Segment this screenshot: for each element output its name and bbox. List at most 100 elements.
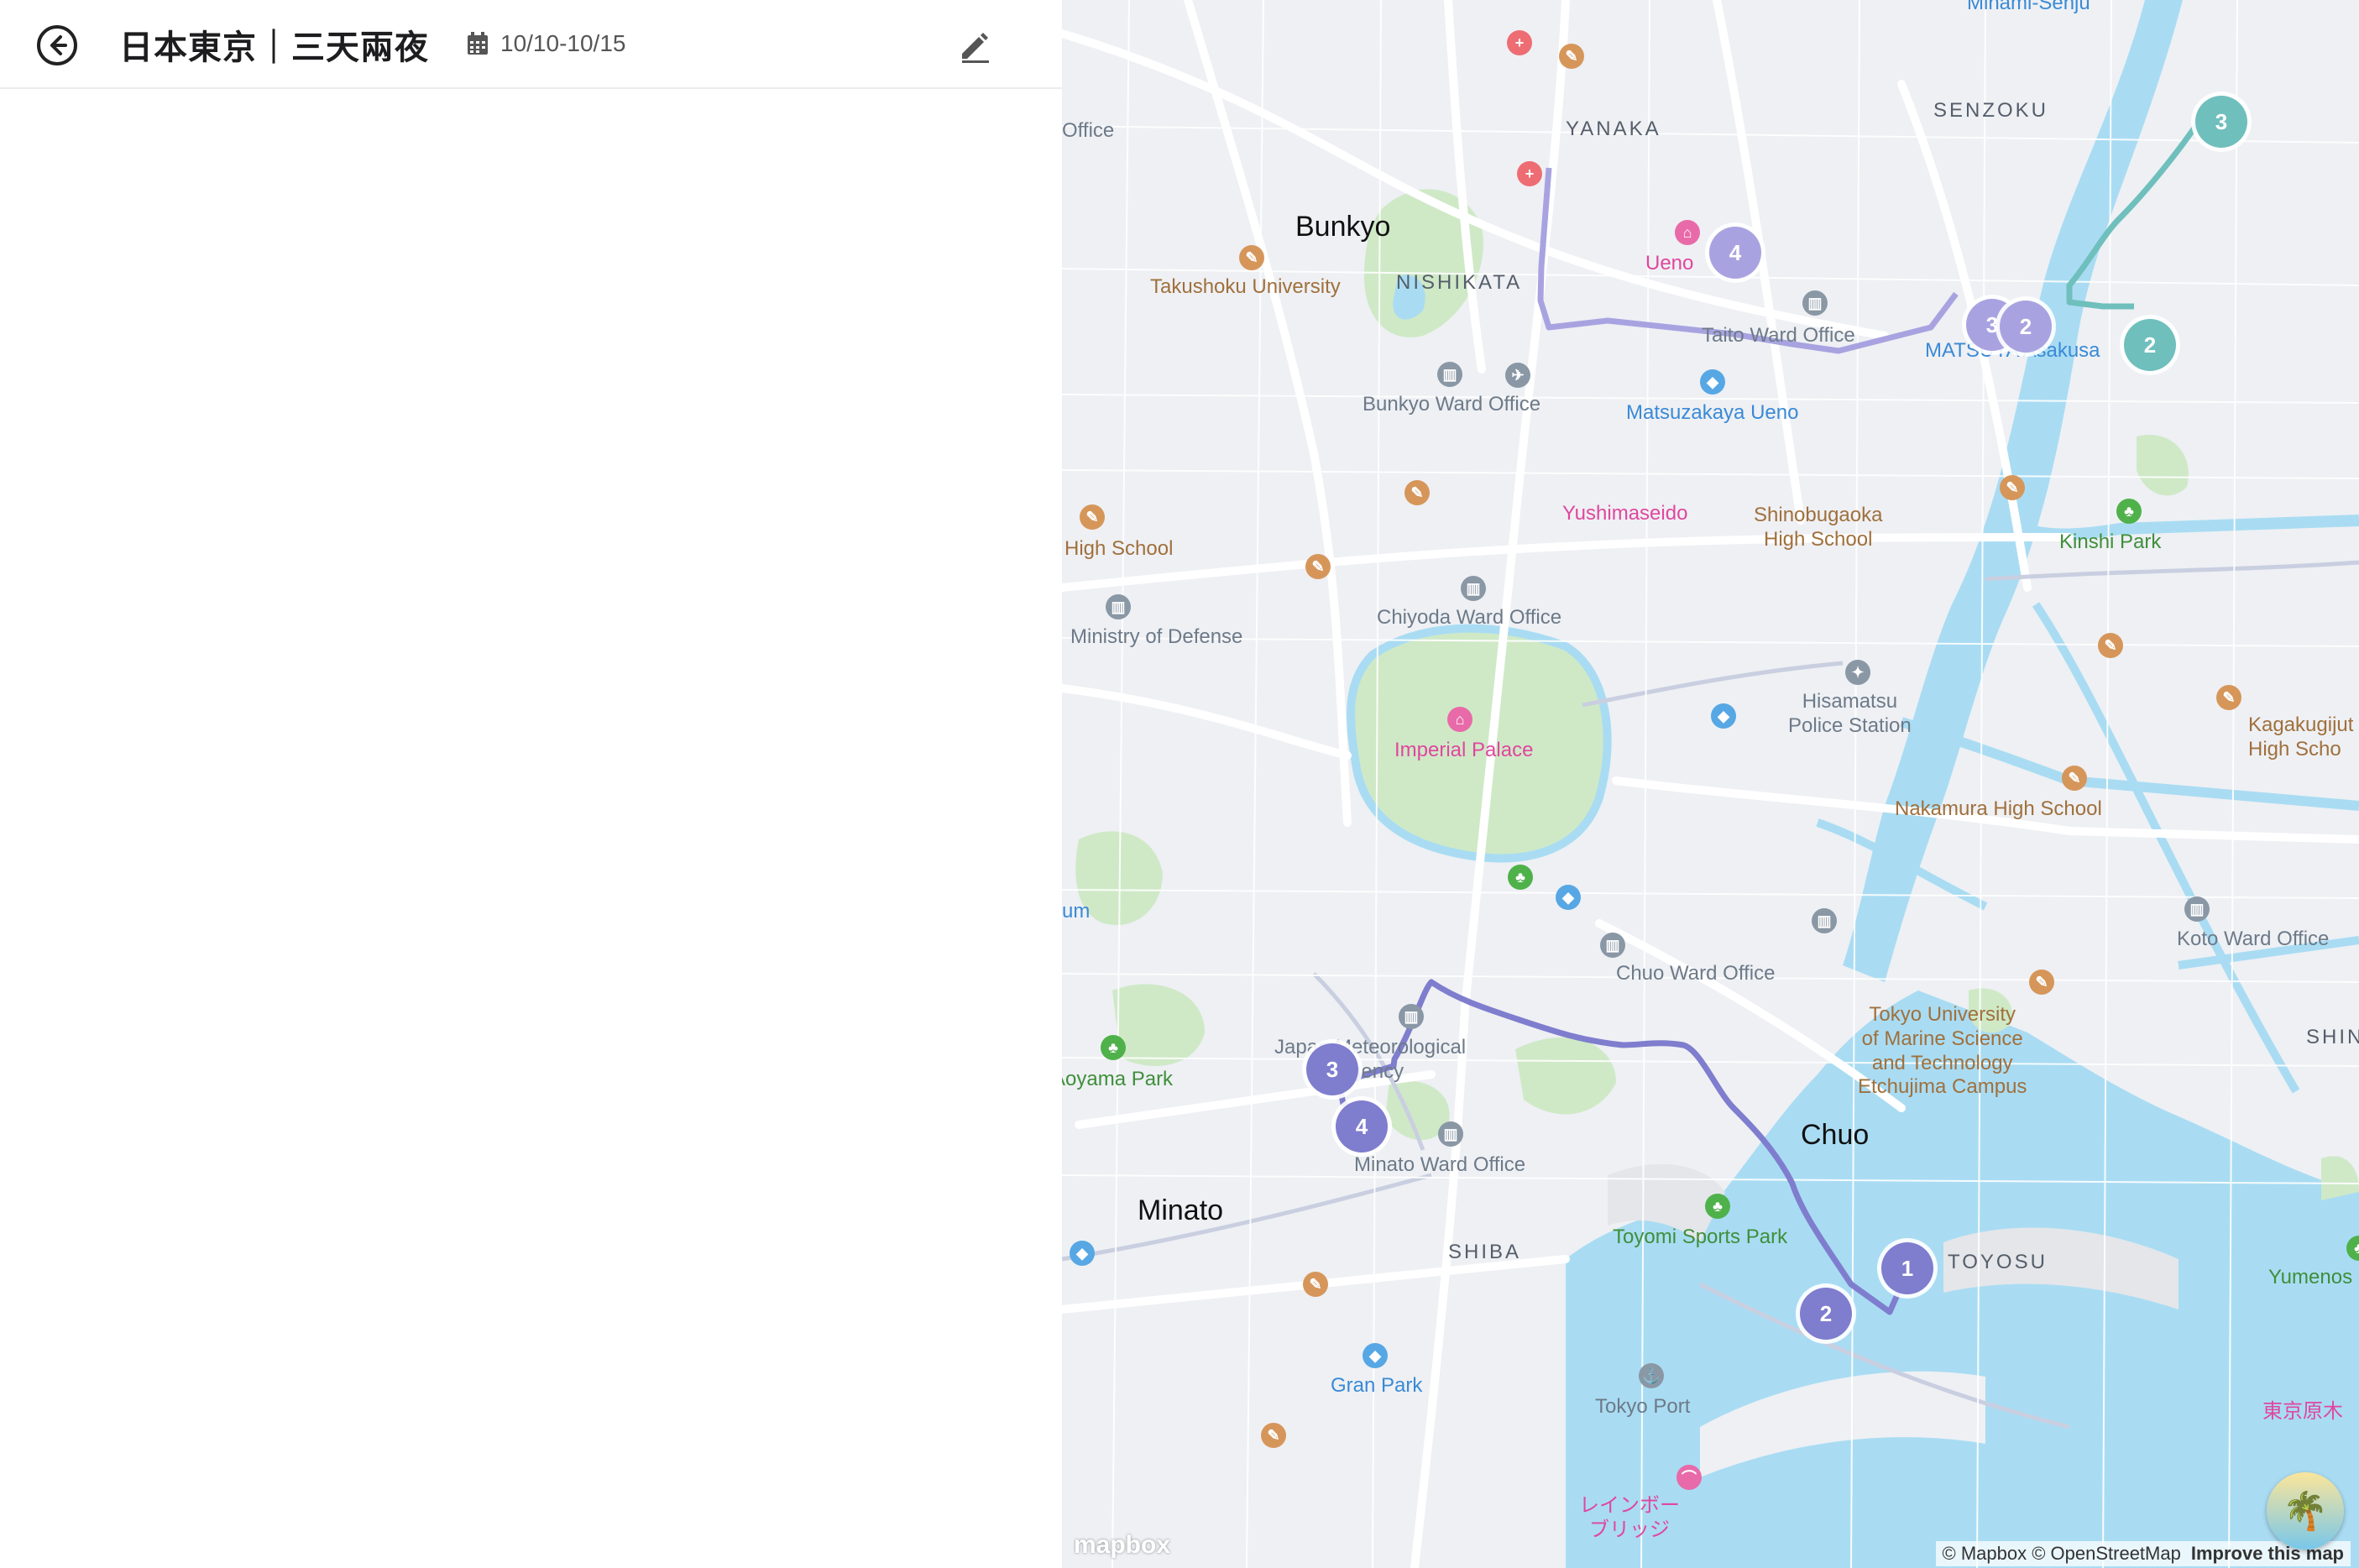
place-rainbow-bridge: レインボー ブリッジ xyxy=(1579,1494,1680,1541)
attraction-icon: ⌒ xyxy=(1676,1465,1702,1490)
district-nishikata: NISHIKATA xyxy=(1396,271,1523,294)
place-aoyama-park: Aoyama Park xyxy=(1062,1068,1174,1090)
government-icon: ▥ xyxy=(2184,896,2210,922)
government-icon: ▥ xyxy=(1802,290,1828,316)
school-icon: ✎ xyxy=(2029,970,2054,995)
place-chuo-ward-office: Chuo Ward Office xyxy=(1616,962,1776,985)
place-chiyoda-ward-office: Chiyoda Ward Office xyxy=(1377,606,1562,629)
route-stop-3[interactable]: 3 xyxy=(2195,96,2247,148)
place-icon: ✈ xyxy=(1505,363,1530,388)
place-tokyo-kiba: 東京原木 xyxy=(2262,1400,2343,1423)
place-hisamatsu-police: Hisamatsu Police Station xyxy=(1788,690,1912,737)
park-icon: ♣ xyxy=(1705,1194,1730,1219)
place-ministry-of-defense: Ministry of Defense xyxy=(1070,625,1243,648)
place-imperial-palace: Imperial Palace xyxy=(1394,739,1534,761)
school-icon: ✎ xyxy=(2216,685,2241,710)
place-minato-ward-office: Minato Ward Office xyxy=(1354,1153,1526,1176)
place-bunkyo-ward-office: Bunkyo Ward Office xyxy=(1363,393,1541,416)
header-bar: 日本東京｜三天兩夜 10/10-10/15 xyxy=(0,0,1062,89)
route-stop-3[interactable]: 3 xyxy=(1306,1043,1358,1095)
place-taito-ward-office: Taito Ward Office xyxy=(1702,324,1855,347)
trip-dates: 10/10-10/15 xyxy=(467,30,625,57)
school-icon: ✎ xyxy=(2098,633,2123,658)
route-stop-1[interactable]: 1 xyxy=(1881,1242,1933,1294)
place-tokyo-port: Tokyo Port xyxy=(1595,1395,1691,1418)
place-toyomi-sports-park: Toyomi Sports Park xyxy=(1613,1226,1788,1248)
place-museum: um xyxy=(1062,900,1091,923)
pencil-edit-icon xyxy=(962,33,989,63)
shopping-icon: ◆ xyxy=(1363,1343,1388,1368)
place-takushoku-university: Takushoku University xyxy=(1150,275,1341,298)
place-matsuzakaya-ueno: Matsuzakaya Ueno xyxy=(1626,401,1799,424)
route-stop-2[interactable]: 2 xyxy=(1800,1288,1852,1340)
government-icon: ▥ xyxy=(1438,1121,1463,1147)
place-kagakugijutsu: Kagakugijut High Scho xyxy=(2248,713,2354,760)
attraction-icon: ⌂ xyxy=(1447,707,1472,732)
attribution-text: © Mapbox © OpenStreetMap xyxy=(1942,1543,2181,1564)
mapbox-logo: mapbox xyxy=(1074,1531,1171,1559)
place-shinobugaoka: Shinobugaoka High School xyxy=(1754,504,1883,551)
district-shin: SHIN xyxy=(2306,1026,2359,1048)
government-icon: ▥ xyxy=(1399,1004,1424,1029)
route-stop-2[interactable]: 2 xyxy=(2000,301,2052,353)
place-yumenoshima: Yumenos xyxy=(2268,1266,2353,1288)
route-stop-4[interactable]: 4 xyxy=(1709,227,1761,279)
district-bunkyo: Bunkyo xyxy=(1295,211,1391,243)
place-kinshi-park: Kinshi Park xyxy=(2059,531,2162,553)
district-minato: Minato xyxy=(1138,1194,1224,1226)
district-shiba: SHIBA xyxy=(1448,1241,1522,1263)
school-icon: ✎ xyxy=(1080,504,1105,530)
police-icon: ✦ xyxy=(1845,660,1870,685)
place-yushimaseido: Yushimaseido xyxy=(1562,502,1688,525)
place-jma: Japan Meteorological Agency xyxy=(1274,1036,1467,1083)
port-icon: ⚓ xyxy=(1639,1363,1664,1388)
place-gran-park: Gran Park xyxy=(1331,1374,1423,1397)
government-icon: ▥ xyxy=(1600,933,1625,958)
edit-trip-button[interactable] xyxy=(957,27,994,64)
trip-title: 日本東京｜三天兩夜 xyxy=(119,29,429,66)
shopping-icon: ◆ xyxy=(1556,885,1581,910)
school-icon: ✎ xyxy=(2062,766,2087,791)
map-view[interactable]: Bunkyo Chuo Minato YANAKA SENZOKU NISHIK… xyxy=(1062,0,2359,1568)
itinerary-panel: 日本東京｜三天兩夜 10/10-10/15 xyxy=(0,0,1062,1568)
island-avatar-button[interactable]: 🌴 xyxy=(2267,1472,2344,1550)
school-icon: ✎ xyxy=(1305,554,1331,579)
back-button[interactable] xyxy=(35,24,79,67)
back-arrow-icon xyxy=(37,25,77,65)
school-icon: ✎ xyxy=(2000,475,2025,500)
district-chuo: Chuo xyxy=(1801,1119,1870,1151)
shopping-icon: ◆ xyxy=(1711,703,1736,729)
park-icon: ♣ xyxy=(1508,865,1533,890)
place-ueno: Ueno xyxy=(1645,252,1694,274)
palm-tree-icon: 🌴 xyxy=(2282,1491,2329,1532)
park-icon: ♣ xyxy=(1101,1035,1126,1060)
shopping-icon: ◆ xyxy=(1070,1241,1095,1266)
place-tokyo-univ-marine: Tokyo University of Marine Science and T… xyxy=(1858,1003,2027,1099)
place-high-school: High School xyxy=(1064,537,1174,560)
date-range-text: 10/10-10/15 xyxy=(500,30,626,56)
place-koto-ward-office: Koto Ward Office xyxy=(2177,928,2330,950)
place-nakamura-high-school: Nakamura High School xyxy=(1895,797,2102,820)
map-base-layer xyxy=(1062,0,2359,1568)
route-stop-4[interactable]: 4 xyxy=(1336,1100,1388,1152)
place-office: Office xyxy=(1062,119,1115,142)
government-icon: ▥ xyxy=(1461,576,1486,601)
school-icon: ✎ xyxy=(1239,245,1264,270)
hospital-icon: + xyxy=(1517,161,1542,186)
school-icon: ✎ xyxy=(1303,1272,1328,1297)
school-icon: ✎ xyxy=(1404,480,1430,505)
district-senzoku: SENZOKU xyxy=(1933,99,2049,122)
district-yanaka: YANAKA xyxy=(1566,118,1661,140)
school-icon: ✎ xyxy=(1559,44,1584,69)
government-icon: ▥ xyxy=(1812,908,1837,933)
route-stop-2[interactable]: 2 xyxy=(2124,319,2176,371)
park-icon: ♣ xyxy=(2116,499,2142,524)
government-icon: ▥ xyxy=(1106,594,1131,619)
attraction-icon: ⌂ xyxy=(1675,220,1700,245)
district-toyosu: TOYOSU xyxy=(1948,1251,2048,1273)
shopping-icon: ◆ xyxy=(1700,369,1725,395)
school-icon: ✎ xyxy=(1261,1423,1286,1448)
calendar-icon xyxy=(468,32,488,55)
government-icon: ▥ xyxy=(1437,362,1462,387)
place-minami-senju: Minami-Senju xyxy=(1967,0,2090,14)
